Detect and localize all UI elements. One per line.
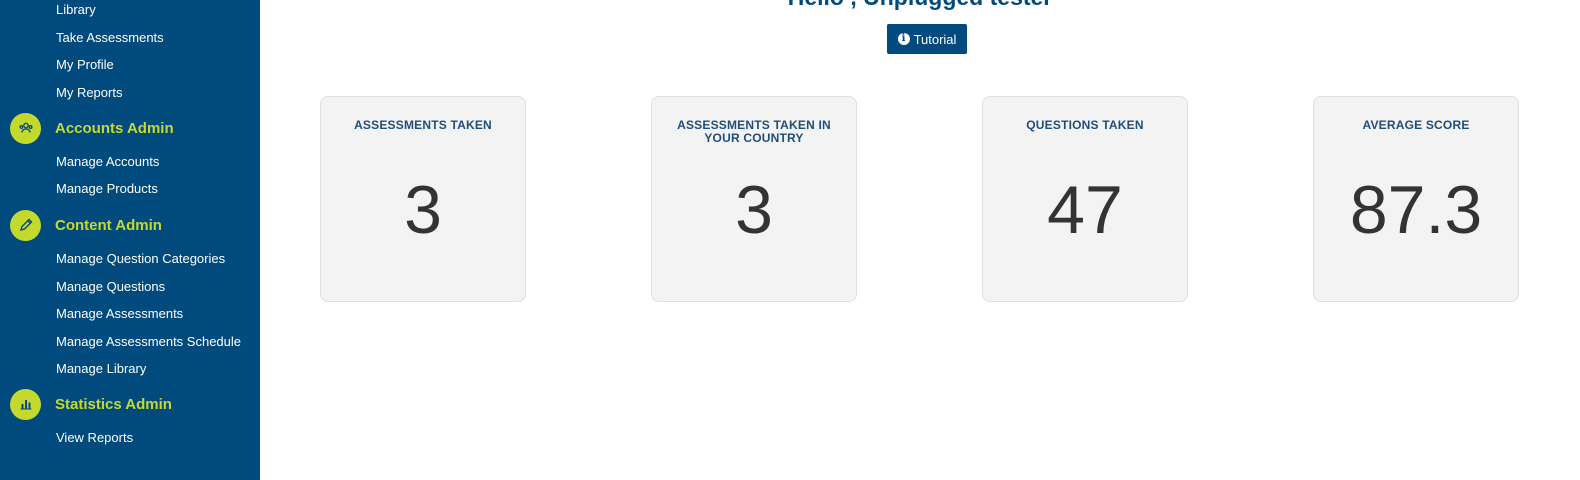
stat-card-value: 3	[735, 172, 773, 248]
sidebar-link-manage-products[interactable]: Manage Products	[56, 181, 158, 196]
sidebar-link-my-reports[interactable]: My Reports	[56, 85, 122, 100]
bar-chart-icon	[10, 388, 41, 420]
tutorial-button-label: Tutorial	[913, 31, 957, 47]
stat-card-value: 87.3	[1349, 172, 1483, 248]
app-root: Library Take Assessments My Profile My R…	[0, 0, 1580, 480]
sidebar-section-statistics-admin[interactable]: Statistics Admin	[10, 387, 172, 421]
sidebar-link-manage-library[interactable]: Manage Library	[56, 361, 146, 376]
stat-card-questions-taken: QUESTIONS TAKEN 47	[982, 96, 1188, 302]
sidebar-link-manage-assessments-schedule[interactable]: Manage Assessments Schedule	[56, 334, 241, 349]
stat-card-value: 47	[1047, 172, 1123, 248]
sidebar-link-manage-question-categories[interactable]: Manage Question Categories	[56, 251, 225, 266]
tutorial-button[interactable]: i Tutorial	[887, 24, 967, 54]
sidebar-section-label: Content Admin	[55, 216, 162, 234]
dashboard-main: Hello , Unplugged tester i Tutorial ASSE…	[260, 0, 1580, 480]
stat-card-average-score: AVERAGE SCORE 87.3	[1313, 96, 1519, 302]
sidebar-section-label: Statistics Admin	[55, 395, 172, 413]
stat-card-assessments-taken: ASSESSMENTS TAKEN 3	[320, 96, 526, 302]
stat-card-assessments-taken-in-country: ASSESSMENTS TAKEN IN YOUR COUNTRY 3	[651, 96, 857, 302]
sidebar-link-manage-accounts[interactable]: Manage Accounts	[56, 154, 159, 169]
sidebar-link-take-assessments[interactable]: Take Assessments	[56, 30, 164, 45]
sidebar-link-manage-assessments[interactable]: Manage Assessments	[56, 306, 183, 321]
sidebar-link-library[interactable]: Library	[56, 2, 96, 17]
sidebar-link-view-reports[interactable]: View Reports	[56, 430, 133, 445]
users-icon	[10, 112, 41, 144]
sidebar-section-accounts-admin[interactable]: Accounts Admin	[10, 111, 174, 145]
sidebar: Library Take Assessments My Profile My R…	[0, 0, 260, 480]
stat-card-value: 3	[404, 172, 442, 248]
stat-card-title: ASSESSMENTS TAKEN IN YOUR COUNTRY	[677, 118, 831, 145]
page-title: Hello , Unplugged tester	[260, 0, 1580, 11]
pencil-icon	[10, 209, 41, 241]
info-icon: i	[897, 33, 910, 45]
stat-card-title: QUESTIONS TAKEN	[1026, 118, 1144, 132]
sidebar-link-my-profile[interactable]: My Profile	[56, 57, 114, 72]
stat-card-title: ASSESSMENTS TAKEN	[354, 118, 492, 132]
sidebar-link-manage-questions[interactable]: Manage Questions	[56, 279, 165, 294]
stat-card-title: AVERAGE SCORE	[1362, 118, 1470, 132]
sidebar-section-label: Accounts Admin	[55, 119, 174, 137]
sidebar-section-content-admin[interactable]: Content Admin	[10, 208, 162, 242]
